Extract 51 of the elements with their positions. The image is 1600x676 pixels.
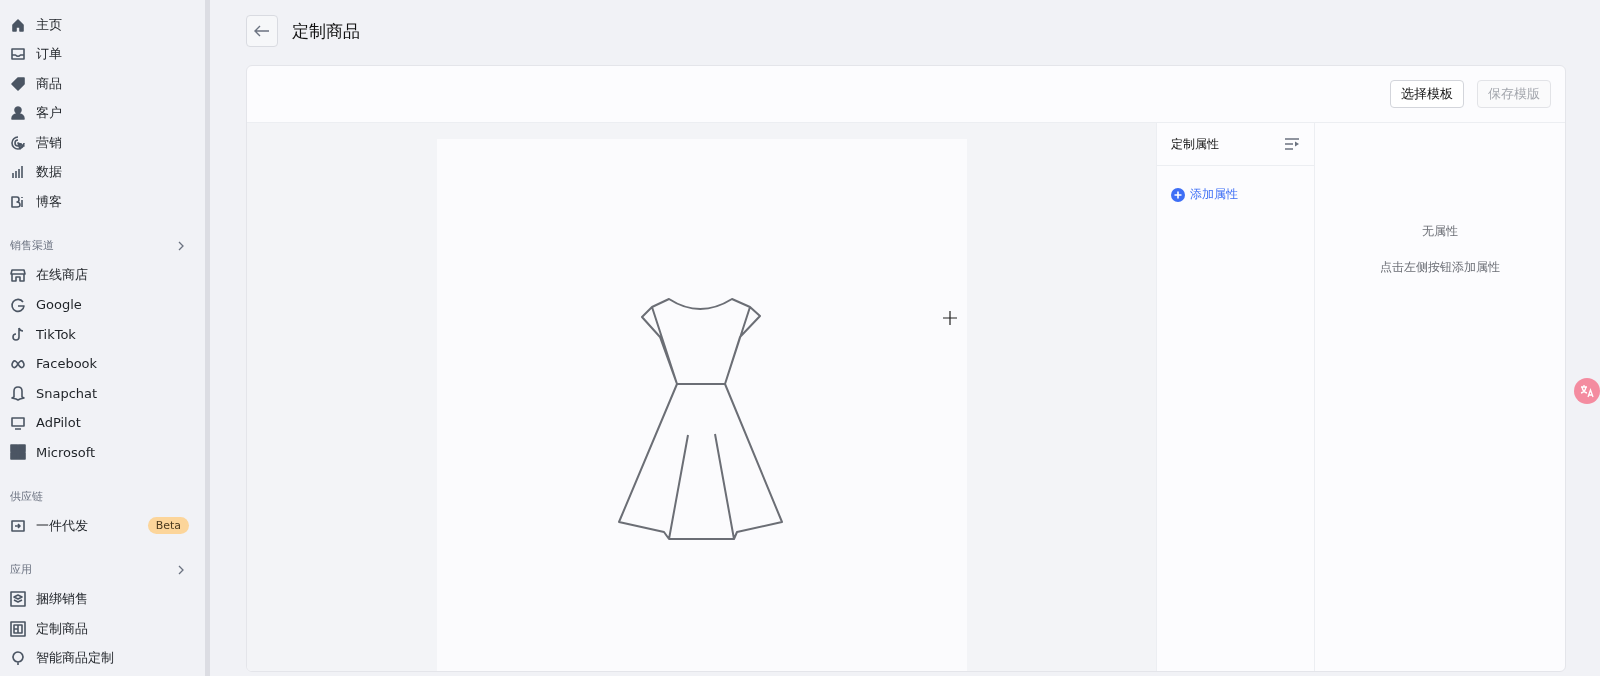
sidebar-item[interactable]: AdPilot [10, 408, 205, 438]
chevron-right-icon[interactable] [177, 564, 185, 575]
storefront-icon [10, 267, 26, 284]
template-icon [10, 620, 26, 637]
empty-state-hint: 点击左侧按钮添加属性 [1380, 259, 1500, 276]
sidebar-item[interactable]: 捆绑销售 [10, 584, 205, 614]
blog-icon [10, 193, 26, 210]
sidebar-item[interactable]: 客户 [10, 98, 205, 128]
sidebar-item[interactable]: 订单 [10, 39, 205, 69]
empty-state-title: 无属性 [1422, 223, 1458, 240]
section-heading: 应用 [10, 562, 32, 577]
beta-badge: Beta [147, 517, 189, 535]
person-icon [10, 105, 26, 122]
google-g-icon [10, 296, 26, 313]
panel-title: 定制属性 [1171, 135, 1219, 153]
sidebar-item[interactable]: Facebook [10, 349, 205, 379]
sidebar-item[interactable]: Google [10, 290, 205, 320]
import-icon [10, 517, 26, 534]
sidebar-item[interactable]: 营销 [10, 128, 205, 158]
sidebar-item[interactable]: 智能商品定制 [10, 643, 205, 673]
translate-icon [1580, 384, 1594, 398]
tag-icon [10, 75, 26, 92]
sidebar-item[interactable]: 商品 [10, 69, 205, 99]
sidebar-item[interactable]: 数据 [10, 157, 205, 187]
section-heading: 销售渠道 [10, 238, 54, 253]
crosshair-icon [942, 311, 957, 325]
sidebar-item[interactable]: 定制商品 [10, 614, 205, 644]
sidebar-item[interactable]: 博客 [10, 187, 205, 217]
bar-chart-icon [10, 164, 26, 181]
toolbar-button[interactable]: 选择模板 [1390, 80, 1464, 108]
sidebar-item[interactable]: Microsoft [10, 437, 205, 467]
sidebar-item[interactable]: TikTok [10, 319, 205, 349]
ad-icon [10, 414, 26, 431]
section-heading: 供应链 [10, 488, 43, 504]
arrow-left-icon [254, 25, 270, 37]
inbox-icon [10, 46, 26, 63]
balloon-icon [10, 650, 26, 667]
sidebar-item[interactable]: Snapchat [10, 378, 205, 408]
back-button[interactable] [246, 15, 278, 47]
translate-button[interactable] [1574, 378, 1600, 404]
music-note-icon [10, 326, 26, 343]
sidebar-item[interactable]: 一件代发 Beta [10, 511, 205, 541]
collapse-list-icon[interactable] [1284, 138, 1300, 150]
add-attribute-link[interactable]: 添加属性 [1157, 166, 1314, 223]
layers-icon [10, 591, 26, 608]
home-icon [10, 16, 26, 33]
page-title: 定制商品 [292, 19, 360, 43]
sidebar-item[interactable]: 在线商店 [10, 260, 205, 290]
sidebar-item[interactable]: 主页 [10, 10, 205, 40]
chevron-right-icon[interactable] [177, 240, 185, 251]
plus-circle-icon [1171, 187, 1185, 202]
